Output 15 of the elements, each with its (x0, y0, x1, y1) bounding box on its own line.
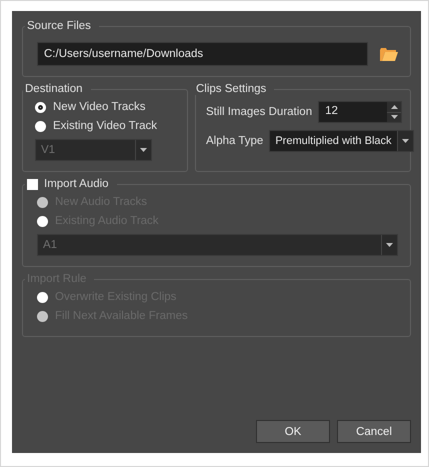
ok-button[interactable]: OK (256, 420, 330, 443)
field-label: Still Images Duration (206, 106, 312, 118)
field-label: Alpha Type (206, 135, 264, 147)
group-title: Destination (25, 83, 83, 95)
duration-spinbox[interactable]: 12 (318, 101, 402, 123)
radio-option[interactable]: New Video Tracks (35, 101, 175, 113)
option-label: New Video Tracks (53, 101, 146, 113)
cancel-button[interactable]: Cancel (337, 420, 411, 443)
radio-option[interactable]: Existing Video Track (35, 120, 175, 132)
checkbox-label: Import Audio (44, 178, 109, 190)
group-title: Source Files (27, 20, 91, 32)
option-label: Existing Video Track (53, 120, 157, 132)
path-field[interactable]: C:/Users/username/Downloads (37, 42, 368, 66)
alpha-dropdown[interactable]: Premultiplied with Black (269, 130, 414, 152)
group-title: Clips Settings (196, 83, 266, 95)
